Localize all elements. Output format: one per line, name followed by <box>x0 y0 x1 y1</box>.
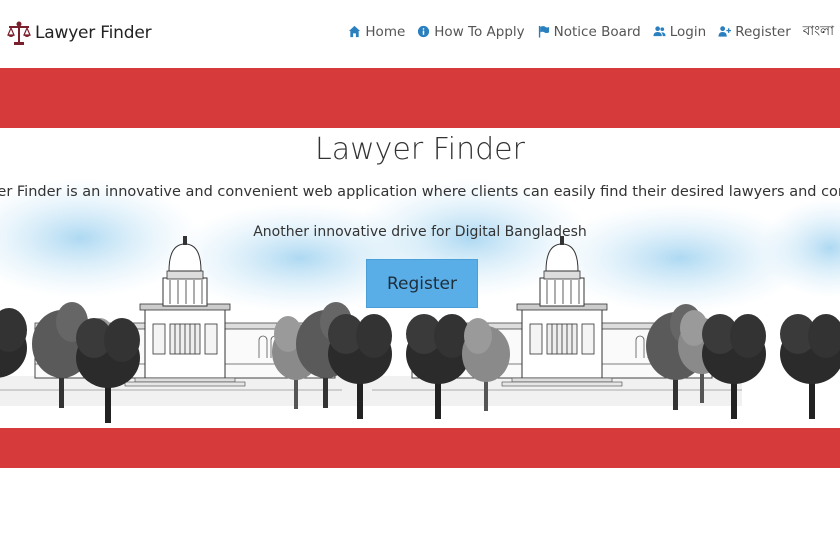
nav-notice-board-label: Notice Board <box>553 23 641 40</box>
brand-link[interactable]: Lawyer Finder <box>6 18 152 48</box>
users-icon <box>653 25 666 38</box>
hero-register-button[interactable]: Register <box>366 259 478 308</box>
nav-language-label: বাংলা <box>802 23 834 39</box>
hero-section: Lawyer Finder Lawyer Finder is an innova… <box>0 128 840 428</box>
nav-home-label: Home <box>365 23 406 40</box>
brand-name: Lawyer Finder <box>35 23 152 43</box>
nav-home-link[interactable]: Home <box>348 24 405 40</box>
main-nav: Home How To Apply Notice Board Login Reg… <box>348 20 834 43</box>
hero-title: Lawyer Finder <box>315 132 525 167</box>
nav-notice-board-link[interactable]: Notice Board <box>537 24 641 40</box>
nav-how-to-apply-link[interactable]: How To Apply <box>417 23 525 40</box>
hero-description: Lawyer Finder is an innovative and conve… <box>0 184 840 200</box>
flag-icon <box>537 25 550 38</box>
info-circle-icon <box>417 25 430 38</box>
nav-login-link[interactable]: Login <box>653 24 706 40</box>
nav-login-label: Login <box>669 23 707 40</box>
nav-how-to-apply-label: How To Apply <box>434 23 525 40</box>
scales-of-justice-logo-icon <box>7 21 31 45</box>
bottom-red-band <box>0 428 840 468</box>
top-red-band <box>0 68 840 128</box>
navbar: Lawyer Finder Home How To Apply Notice B… <box>0 0 840 66</box>
home-icon <box>348 25 361 38</box>
user-plus-icon <box>718 25 732 38</box>
nav-register-link[interactable]: Register <box>718 24 791 40</box>
hero-subtitle: Another innovative drive for Digital Ban… <box>253 224 587 240</box>
nav-register-label: Register <box>735 23 791 40</box>
nav-language-toggle[interactable]: বাংলা <box>803 20 834 43</box>
